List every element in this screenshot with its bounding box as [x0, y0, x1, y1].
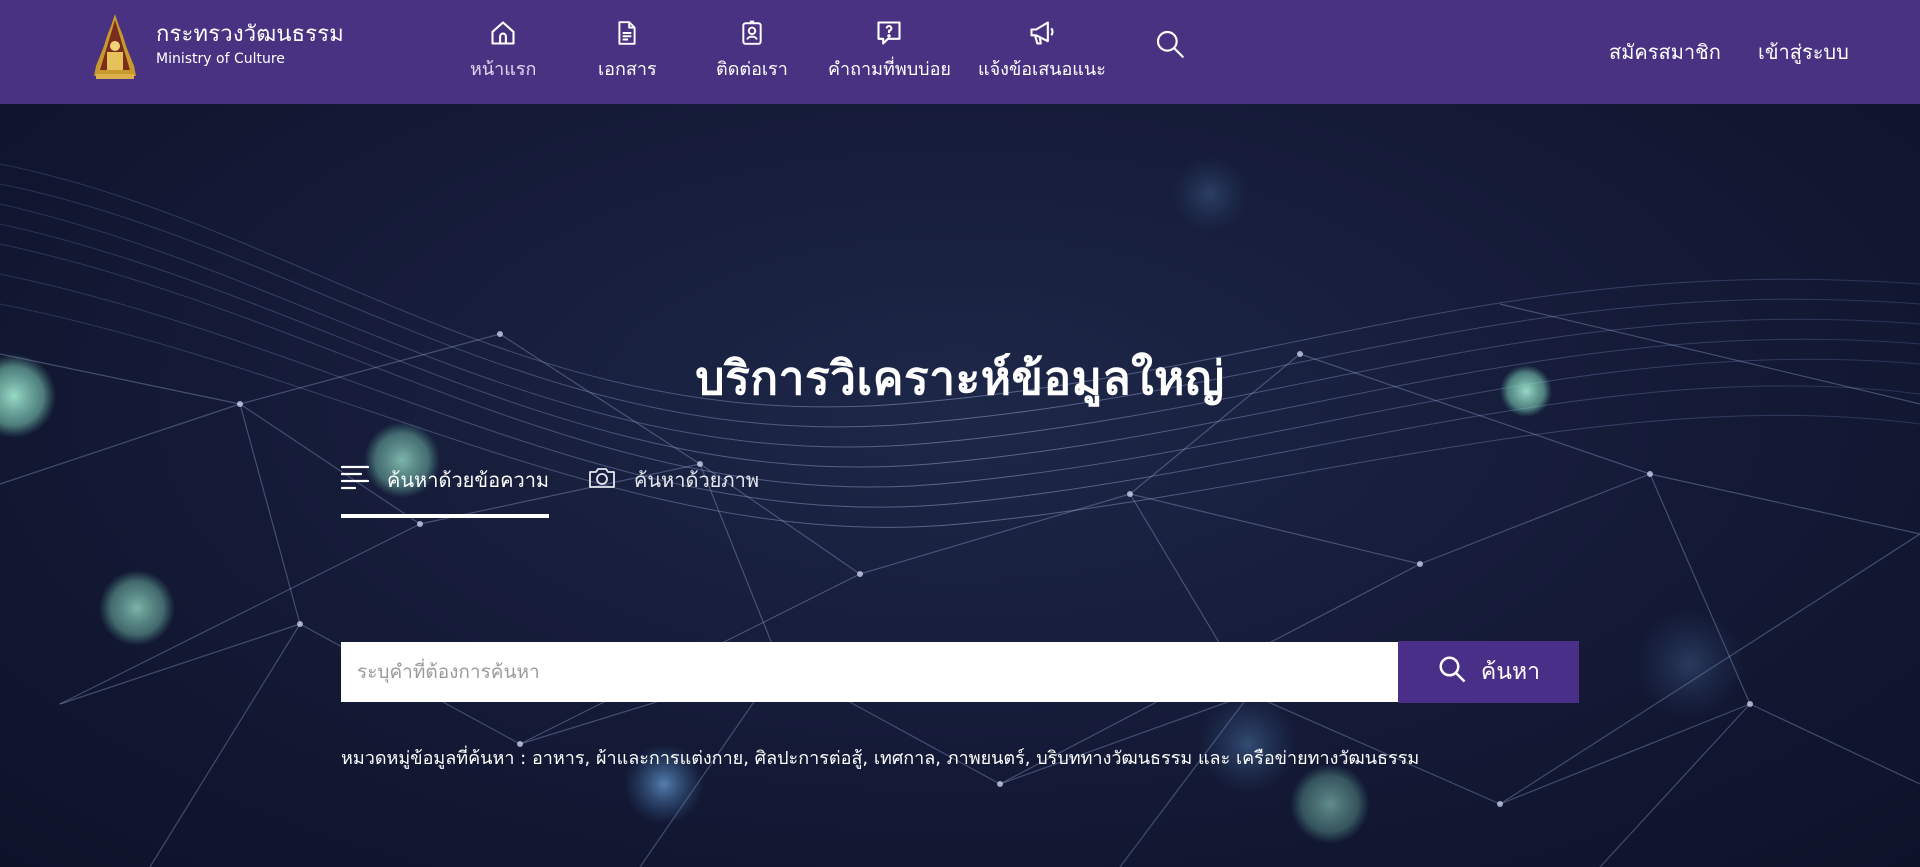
top-navbar: กระทรวงวัฒนธรรม Ministry of Culture หน้า…	[0, 0, 1920, 104]
search-icon[interactable]	[1154, 28, 1186, 64]
nav-label-home: หน้าแรก	[470, 59, 537, 80]
megaphone-icon	[978, 18, 1106, 48]
tab-label-image: ค้นหาด้วยภาพ	[634, 468, 759, 492]
brand-name-thai: กระทรวงวัฒนธรรม	[156, 22, 344, 47]
home-icon	[470, 18, 536, 48]
nav-item-faq[interactable]: คำถามที่พบบ่อย	[828, 18, 951, 83]
nav-item-contact[interactable]: ติดต่อเรา	[716, 18, 788, 83]
nav-label-faq: คำถามที่พบบ่อย	[828, 59, 951, 80]
faq-icon	[828, 18, 951, 48]
search-input[interactable]	[341, 642, 1398, 702]
search-categories-text: หมวดหมู่ข้อมูลที่ค้นหา : อาหาร, ผ้าและกา…	[341, 748, 1420, 769]
nav-label-feedback: แจ้งข้อเสนอแนะ	[978, 59, 1106, 80]
contact-card-icon	[716, 18, 788, 48]
nav-item-documents[interactable]: เอกสาร	[598, 18, 657, 83]
nav-label-documents: เอกสาร	[598, 59, 657, 80]
tab-search-by-image[interactable]: ค้นหาด้วยภาพ	[588, 462, 759, 514]
brand-name-english: Ministry of Culture	[156, 51, 285, 67]
text-lines-icon	[340, 464, 370, 495]
document-icon	[598, 18, 657, 48]
ministry-logo[interactable]	[92, 12, 138, 82]
search-button-label: ค้นหา	[1480, 659, 1541, 685]
camera-icon	[588, 464, 616, 495]
search-icon	[1437, 654, 1467, 690]
brand[interactable]: กระทรวงวัฒนธรรม Ministry of Culture	[156, 22, 344, 67]
tab-search-by-text[interactable]: ค้นหาด้วยข้อความ	[340, 462, 550, 518]
search-button[interactable]: ค้นหา	[1398, 641, 1579, 703]
nav-item-home[interactable]: หน้าแรก	[470, 18, 536, 83]
hero-section: บริการวิเคราะห์ข้อมูลใหญ่ ค้นหาด้วยข้อคว…	[0, 104, 1920, 867]
tab-label-text: ค้นหาด้วยข้อความ	[387, 468, 550, 492]
login-link[interactable]: เข้าสู่ระบบ	[1758, 36, 1849, 68]
nav-item-feedback[interactable]: แจ้งข้อเสนอแนะ	[978, 18, 1106, 83]
page-title: บริการวิเคราะห์ข้อมูลใหญ่	[695, 351, 1225, 405]
nav-label-contact: ติดต่อเรา	[716, 59, 788, 80]
register-link[interactable]: สมัครสมาชิก	[1609, 36, 1721, 68]
